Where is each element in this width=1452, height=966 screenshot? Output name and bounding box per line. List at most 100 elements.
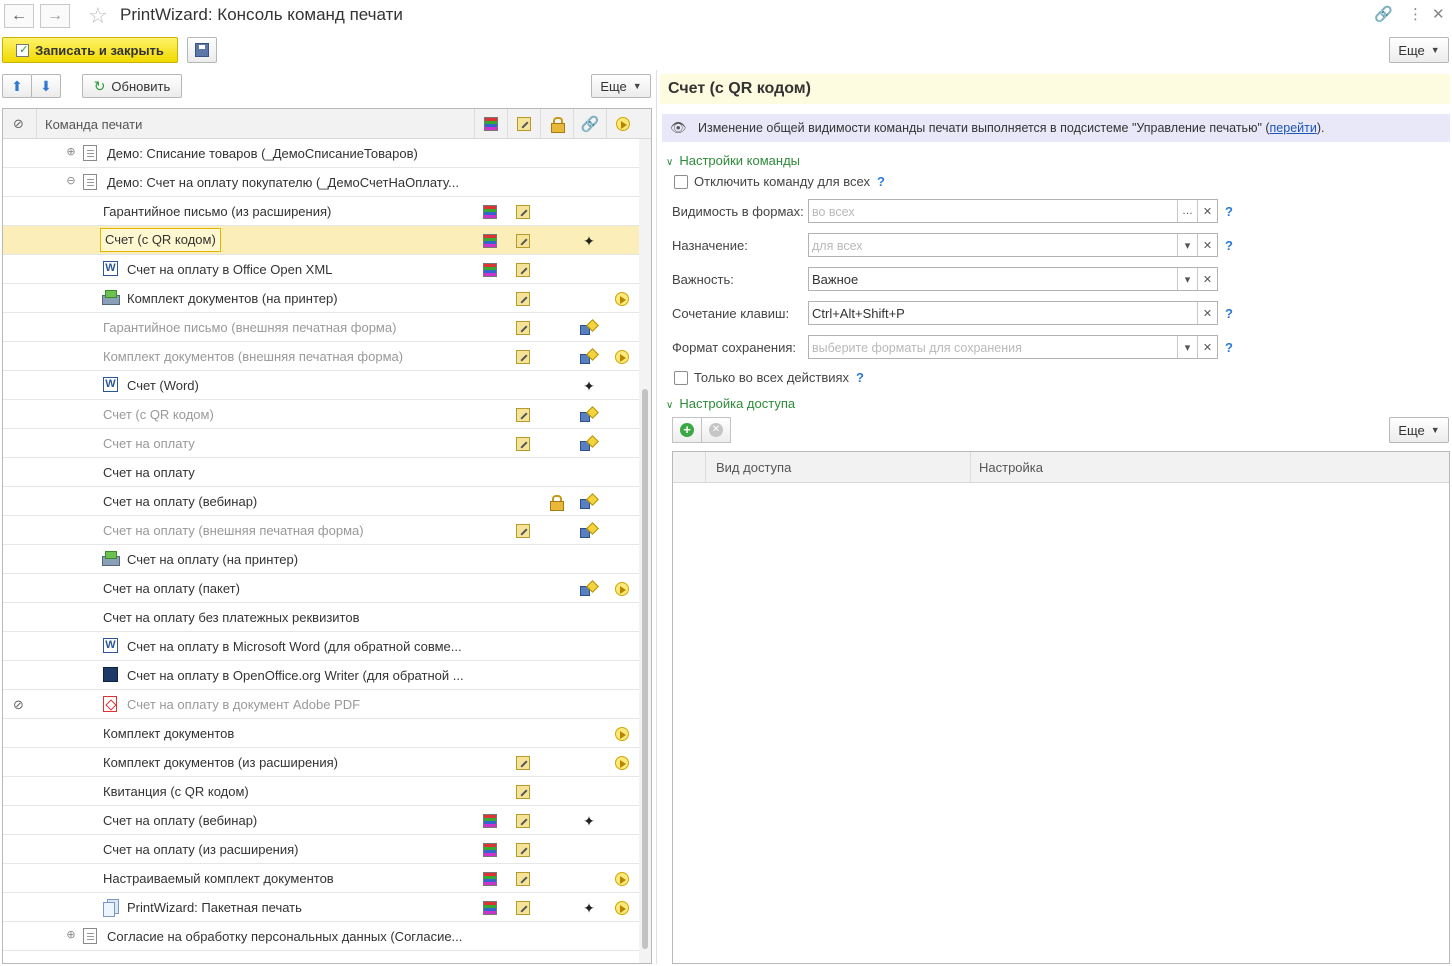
only-all-actions-checkbox[interactable] <box>674 371 688 385</box>
access-table[interactable]: Вид доступа Настройка <box>672 451 1450 964</box>
tree-row[interactable]: PrintWizard: Пакетная печать ✦ <box>3 893 639 922</box>
goto-link[interactable]: перейти <box>1270 121 1317 135</box>
play-icon <box>615 350 629 364</box>
help-purpose[interactable]: ? <box>1225 238 1233 253</box>
dropdown-icon[interactable]: ▾ <box>1177 336 1197 358</box>
dropdown-icon[interactable]: ▾ <box>1177 234 1197 256</box>
tree-row[interactable]: Комплект документов (на принтер) <box>3 284 639 313</box>
clear-icon[interactable]: ✕ <box>1197 302 1217 324</box>
col-edit[interactable] <box>507 109 540 139</box>
forward-button[interactable]: → <box>40 4 70 28</box>
tree-row[interactable]: ⊕ Согласие на обработку персональных дан… <box>3 922 639 951</box>
tree-row[interactable]: W Счет на оплату в Microsoft Word (для о… <box>3 632 639 661</box>
tree-row[interactable]: Счет на оплату (вебинар) ✦ <box>3 806 639 835</box>
edit-icon <box>516 437 530 451</box>
help-only-all[interactable]: ? <box>856 370 864 385</box>
add-access-button[interactable]: + <box>672 417 702 443</box>
tree-row[interactable]: W Счет (Word) ✦ <box>3 371 639 400</box>
tree-row[interactable]: ⊘ Счет на оплату в документ Adobe PDF <box>3 690 639 719</box>
back-button[interactable]: ← <box>4 4 34 28</box>
tree-row[interactable]: Счет на оплату <box>3 458 639 487</box>
group-command-settings[interactable]: ∨ Настройки команды <box>666 153 800 168</box>
hidden-icon: ⊘ <box>13 697 24 712</box>
remove-access-button[interactable]: ✕ <box>701 417 731 443</box>
selected-cell[interactable]: Счет (с QR кодом) <box>100 228 221 252</box>
hotkey-field[interactable]: Ctrl+Alt+Shift+P ✕ <box>808 301 1218 325</box>
tree-row[interactable]: Счет на оплату (пакет) <box>3 574 639 603</box>
tree-row[interactable]: Счет на оплату <box>3 429 639 458</box>
print-commands-tree[interactable]: ⊘ Команда печати 🔗 ⊕ Демо: Списание това… <box>2 108 652 964</box>
document-icon <box>83 928 97 944</box>
tree-row[interactable]: W Счет на оплату в Office Open XML <box>3 255 639 284</box>
edit-icon <box>516 205 530 219</box>
main-more-button[interactable]: Еще ▼ <box>1389 37 1449 63</box>
more-vert-icon[interactable]: ⋮ <box>1408 5 1423 23</box>
tree-row-selected[interactable]: Счет (с QR кодом) ✦ <box>3 226 639 255</box>
move-up-button[interactable]: ⬆ <box>2 74 32 98</box>
favorite-star-icon[interactable]: ☆ <box>88 3 108 29</box>
tree-row[interactable]: Счет на оплату (вебинар) <box>3 487 639 516</box>
tree-row[interactable]: Комплект документов (внешняя печатная фо… <box>3 342 639 371</box>
tree-row[interactable]: Гарантийное письмо (внешняя печатная фор… <box>3 313 639 342</box>
help-hotkey[interactable]: ? <box>1225 306 1233 321</box>
tree-row[interactable]: Счет (с QR кодом) <box>3 400 639 429</box>
splitter[interactable] <box>656 70 657 964</box>
arrow-right-icon: → <box>47 7 63 24</box>
col-lock[interactable] <box>540 109 573 139</box>
tree-row[interactable]: Комплект документов (из расширения) <box>3 748 639 777</box>
visibility-field[interactable]: во всех … ✕ <box>808 199 1218 223</box>
col-access-kind[interactable]: Вид доступа <box>705 452 970 482</box>
expand-icon[interactable]: ⊕ <box>66 147 76 158</box>
tree-row[interactable]: Счет на оплату (из расширения) <box>3 835 639 864</box>
save-close-button[interactable]: ✓ Записать и закрыть <box>2 37 178 63</box>
clear-icon[interactable]: ✕ <box>1197 234 1217 256</box>
edit-icon <box>517 117 531 131</box>
tree-row[interactable]: Квитанция (с QR кодом) <box>3 777 639 806</box>
tree-row[interactable]: Счет на оплату (внешняя печатная форма) <box>3 516 639 545</box>
tree-row[interactable]: Настраиваемый комплект документов <box>3 864 639 893</box>
help-format[interactable]: ? <box>1225 340 1233 355</box>
col-multi[interactable] <box>474 109 507 139</box>
tree-scrollbar[interactable] <box>639 139 651 963</box>
multi-form-icon <box>483 234 497 248</box>
group-access-settings[interactable]: ∨ Настройка доступа <box>666 396 795 411</box>
access-more-button[interactable]: Еще ▼ <box>1389 417 1449 443</box>
clear-icon[interactable]: ✕ <box>1197 336 1217 358</box>
importance-label: Важность: <box>672 272 734 287</box>
disable-command-checkbox[interactable] <box>674 175 688 189</box>
tree-more-button[interactable]: Еще ▼ <box>591 74 651 98</box>
save-check-icon: ✓ <box>16 43 30 57</box>
col-command[interactable]: Команда печати <box>36 109 474 139</box>
tree-row[interactable]: Счет на оплату без платежных реквизитов <box>3 603 639 632</box>
importance-field[interactable]: Важное ▾ ✕ <box>808 267 1218 291</box>
help-visibility[interactable]: ? <box>1225 204 1233 219</box>
expand-icon[interactable]: ⊕ <box>66 930 76 941</box>
tree-row[interactable]: ⊖ Демо: Счет на оплату покупателю (_Демо… <box>3 168 639 197</box>
purpose-label: Назначение: <box>672 238 748 253</box>
tree-row[interactable]: ⊕ Демо: Списание товаров (_ДемоСписаниеТ… <box>3 139 639 168</box>
collapse-icon[interactable]: ⊖ <box>66 176 76 187</box>
scrollbar-thumb[interactable] <box>642 389 648 949</box>
tree-row[interactable]: Гарантийное письмо (из расширения) <box>3 197 639 226</box>
dropdown-icon[interactable]: ▾ <box>1177 268 1197 290</box>
close-icon[interactable]: ✕ <box>1432 5 1445 23</box>
col-play[interactable] <box>606 109 639 139</box>
clear-icon[interactable]: ✕ <box>1197 268 1217 290</box>
clear-icon[interactable]: ✕ <box>1197 200 1217 222</box>
link-icon[interactable]: 🔗 <box>1374 5 1393 23</box>
tree-row[interactable]: Счет на оплату в OpenOffice.org Writer (… <box>3 661 639 690</box>
col-link[interactable]: 🔗 <box>573 109 606 139</box>
format-field[interactable]: выберите форматы для сохранения ▾ ✕ <box>808 335 1218 359</box>
purpose-field[interactable]: для всех ▾ ✕ <box>808 233 1218 257</box>
document-icon <box>83 174 97 190</box>
ellipsis-button[interactable]: … <box>1177 200 1197 222</box>
col-access-setting[interactable]: Настройка <box>970 452 1449 482</box>
document-icon <box>83 145 97 161</box>
tree-row[interactable]: Счет на оплату (на принтер) <box>3 545 639 574</box>
help-disable[interactable]: ? <box>877 174 885 189</box>
move-down-button[interactable]: ⬇ <box>31 74 61 98</box>
save-button[interactable] <box>187 37 217 63</box>
refresh-button[interactable]: ↻ Обновить <box>82 74 182 98</box>
edit-icon <box>516 350 530 364</box>
tree-row[interactable]: Комплект документов <box>3 719 639 748</box>
